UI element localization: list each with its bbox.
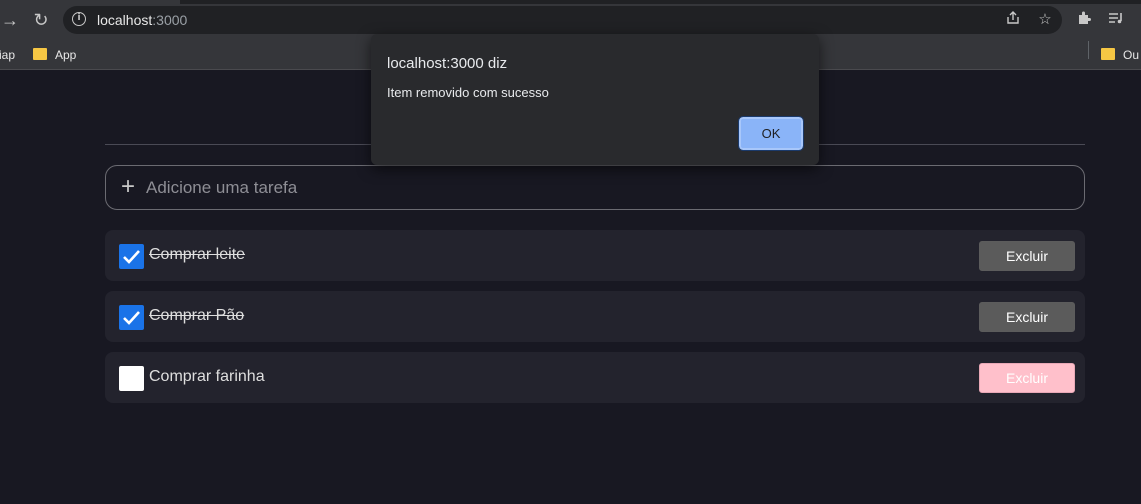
add-task-field[interactable]: + xyxy=(105,165,1085,210)
url-port: :3000 xyxy=(152,12,188,28)
share-icon[interactable] xyxy=(1003,10,1023,30)
address-url[interactable]: localhost:3000 xyxy=(97,12,187,28)
checkmark-icon xyxy=(123,311,140,325)
checkmark-icon xyxy=(123,250,140,264)
task-item: Comprar farinha Excluir xyxy=(105,352,1085,403)
task-item: Comprar leite Excluir xyxy=(105,230,1085,281)
bookmark-item[interactable]: iap xyxy=(0,47,15,63)
delete-task-button[interactable]: Excluir xyxy=(979,302,1075,332)
alert-title: localhost:3000 diz xyxy=(387,55,508,72)
bookmark-star-icon[interactable]: ☆ xyxy=(1035,10,1055,30)
delete-task-button[interactable]: Excluir xyxy=(979,241,1075,271)
url-host: localhost xyxy=(97,12,153,28)
bookmarks-separator xyxy=(1088,41,1089,59)
alert-message: Item removido com sucesso xyxy=(387,85,549,100)
reload-icon[interactable]: ↻ xyxy=(31,10,51,30)
address-bar[interactable]: i localhost:3000 ☆ xyxy=(63,6,1062,34)
add-task-input[interactable] xyxy=(146,174,1066,202)
extensions-icon[interactable] xyxy=(1074,10,1094,30)
task-label: Comprar leite xyxy=(149,246,246,263)
alert-ok-button[interactable]: OK xyxy=(738,116,804,151)
forward-arrow-icon[interactable]: → xyxy=(0,10,20,30)
folder-icon xyxy=(33,48,47,60)
task-checkbox-unchecked[interactable] xyxy=(119,366,144,391)
task-checkbox-checked[interactable] xyxy=(119,244,144,269)
task-label: Comprar farinha xyxy=(149,368,265,385)
folder-icon xyxy=(1101,48,1115,60)
task-checkbox-checked[interactable] xyxy=(119,305,144,330)
media-queue-icon[interactable] xyxy=(1106,10,1126,30)
site-info-icon[interactable]: i xyxy=(72,12,86,26)
plus-icon[interactable]: + xyxy=(118,175,138,199)
task-item: Comprar Pão Excluir xyxy=(105,291,1085,342)
bookmark-folder-app[interactable]: App xyxy=(33,47,76,63)
bookmark-folder-other[interactable]: Ou xyxy=(1101,47,1139,63)
task-label: Comprar Pão xyxy=(149,307,245,324)
delete-task-button[interactable]: Excluir xyxy=(979,363,1075,393)
tab-strip-edge xyxy=(180,0,1141,4)
alert-dialog: localhost:3000 diz Item removido com suc… xyxy=(371,34,819,165)
